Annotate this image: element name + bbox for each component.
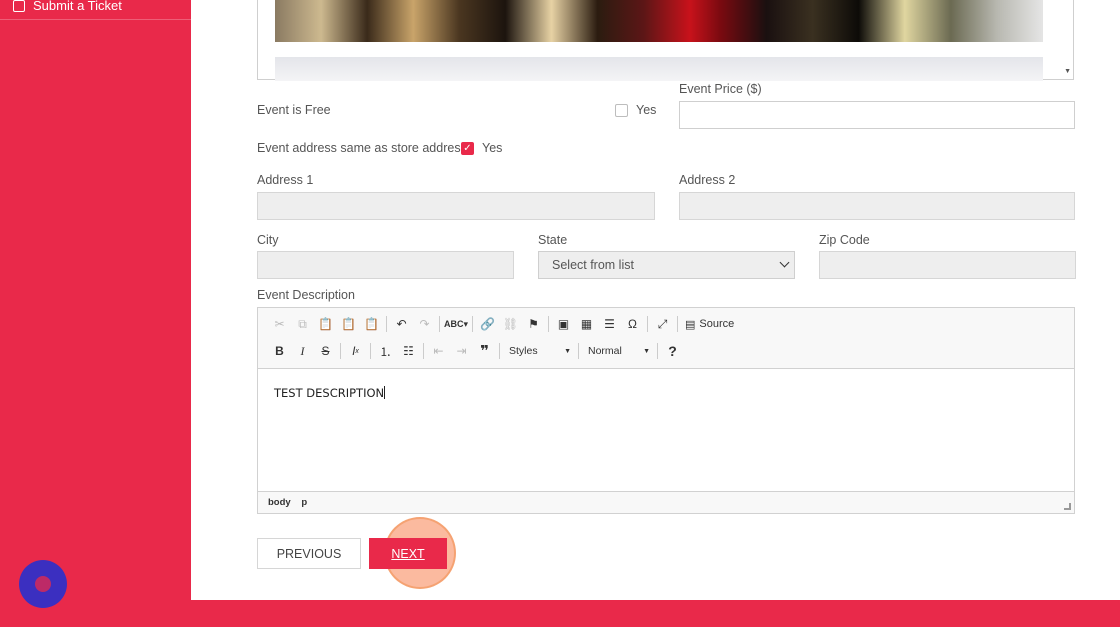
indent-icon[interactable]: ⇥ bbox=[450, 342, 473, 360]
event-price-input[interactable] bbox=[679, 101, 1075, 129]
event-price-label: Event Price ($) bbox=[679, 82, 762, 96]
table-icon[interactable]: ▦ bbox=[575, 315, 598, 333]
toolbar-separator bbox=[472, 316, 473, 332]
styles-label: Styles bbox=[509, 345, 538, 357]
toolbar-separator bbox=[423, 343, 424, 359]
help-icon[interactable]: ? bbox=[661, 342, 684, 360]
state-selected-value: Select from list bbox=[552, 258, 634, 272]
path-body[interactable]: body bbox=[268, 497, 291, 508]
source-icon: ▤ bbox=[685, 318, 696, 331]
format-dropdown[interactable]: Normal ▼ bbox=[582, 345, 654, 357]
spellcheck-icon[interactable]: ABC▾ bbox=[443, 315, 469, 333]
caret-down-icon: ▼ bbox=[643, 347, 650, 355]
same-address-checkbox[interactable]: ✓ bbox=[461, 142, 474, 155]
source-button[interactable]: ▤ Source bbox=[681, 318, 738, 331]
strike-icon[interactable]: S bbox=[314, 342, 337, 360]
redo-icon[interactable]: ↷ bbox=[413, 315, 436, 333]
toolbar-separator bbox=[499, 343, 500, 359]
chat-icon bbox=[35, 576, 51, 592]
zip-input[interactable] bbox=[819, 251, 1076, 279]
styles-dropdown[interactable]: Styles ▼ bbox=[503, 345, 575, 357]
address1-input[interactable] bbox=[257, 192, 655, 220]
previous-button[interactable]: PREVIOUS bbox=[257, 538, 361, 569]
editor-toolbar: ✂ ⧉ 📋 📋 📋 ↶ ↷ ABC▾ 🔗 ⛓ ⚑ ▣ ▦ ☰ Ω ⤢ ▤ Sou… bbox=[258, 308, 1074, 369]
text-cursor bbox=[384, 386, 386, 399]
toolbar-separator bbox=[657, 343, 658, 359]
footer-bar bbox=[0, 600, 1120, 627]
address2-label: Address 2 bbox=[679, 173, 736, 187]
address1-label: Address 1 bbox=[257, 173, 314, 187]
unlink-icon[interactable]: ⛓ bbox=[499, 315, 522, 333]
event-image-preview[interactable]: ▼ bbox=[257, 0, 1074, 81]
toolbar-separator bbox=[578, 343, 579, 359]
caret-down-icon: ▼ bbox=[564, 347, 571, 355]
event-free-label: Event is Free bbox=[257, 103, 331, 117]
event-free-checkbox[interactable] bbox=[615, 104, 628, 117]
format-label: Normal bbox=[588, 345, 622, 357]
paste-icon[interactable]: 📋 bbox=[314, 315, 337, 333]
chevron-down-icon bbox=[779, 257, 790, 268]
paste-text-icon[interactable]: 📋 bbox=[337, 315, 360, 333]
italic-icon[interactable]: I bbox=[291, 342, 314, 360]
event-free-yes-label: Yes bbox=[636, 103, 657, 117]
link-icon[interactable]: 🔗 bbox=[476, 315, 499, 333]
blockquote-icon[interactable]: ❞ bbox=[473, 342, 496, 360]
toolbar-separator bbox=[439, 316, 440, 332]
sidebar-item-label: Submit a Ticket bbox=[33, 0, 122, 13]
same-address-label: Event address same as store address bbox=[257, 141, 467, 155]
editor-status-bar: body p bbox=[258, 491, 1074, 513]
event-image bbox=[275, 0, 1043, 42]
outdent-icon[interactable]: ⇤ bbox=[427, 342, 450, 360]
sidebar-item-submit-ticket[interactable]: Submit a Ticket bbox=[0, 0, 191, 20]
image-placeholder bbox=[275, 57, 1043, 81]
state-label: State bbox=[538, 233, 568, 247]
main-content: ▼ Event is Free Yes Event Price ($) Even… bbox=[191, 0, 1120, 600]
paste-word-icon[interactable]: 📋 bbox=[360, 315, 383, 333]
city-input[interactable] bbox=[257, 251, 514, 279]
same-address-yes-label: Yes bbox=[482, 141, 503, 155]
path-p[interactable]: p bbox=[301, 497, 307, 508]
numbered-list-icon[interactable]: ⒈ bbox=[374, 342, 397, 360]
sidebar: Submit a Ticket bbox=[0, 0, 191, 600]
address2-input[interactable] bbox=[679, 192, 1075, 220]
toolbar-separator bbox=[386, 316, 387, 332]
toolbar-separator bbox=[370, 343, 371, 359]
ticket-icon bbox=[13, 0, 25, 12]
resize-handle-icon[interactable] bbox=[1064, 503, 1071, 510]
source-label: Source bbox=[699, 318, 735, 330]
toolbar-separator bbox=[340, 343, 341, 359]
toolbar-separator bbox=[548, 316, 549, 332]
scroll-down-icon[interactable]: ▼ bbox=[1064, 68, 1071, 75]
image-icon[interactable]: ▣ bbox=[552, 315, 575, 333]
description-label: Event Description bbox=[257, 288, 355, 302]
maximize-icon[interactable]: ⤢ bbox=[651, 315, 674, 333]
remove-format-icon[interactable]: Ix bbox=[344, 342, 367, 360]
bulleted-list-icon[interactable]: ☷ bbox=[397, 342, 420, 360]
next-button[interactable]: NEXT bbox=[369, 538, 447, 569]
horizontal-line-icon[interactable]: ☰ bbox=[598, 315, 621, 333]
chat-widget-button[interactable] bbox=[19, 560, 67, 608]
zip-label: Zip Code bbox=[819, 233, 870, 247]
cut-icon[interactable]: ✂ bbox=[268, 315, 291, 333]
editor-content[interactable]: TEST DESCRIPTION bbox=[274, 386, 386, 400]
bold-icon[interactable]: B bbox=[268, 342, 291, 360]
toolbar-separator bbox=[677, 316, 678, 332]
toolbar-separator bbox=[647, 316, 648, 332]
anchor-flag-icon[interactable]: ⚑ bbox=[522, 315, 545, 333]
rich-text-editor[interactable]: ✂ ⧉ 📋 📋 📋 ↶ ↷ ABC▾ 🔗 ⛓ ⚑ ▣ ▦ ☰ Ω ⤢ ▤ Sou… bbox=[257, 307, 1075, 514]
city-label: City bbox=[257, 233, 279, 247]
copy-icon[interactable]: ⧉ bbox=[291, 315, 314, 333]
state-select[interactable]: Select from list bbox=[538, 251, 795, 279]
special-char-icon[interactable]: Ω bbox=[621, 315, 644, 333]
description-text: TEST DESCRIPTION bbox=[274, 386, 385, 400]
undo-icon[interactable]: ↶ bbox=[390, 315, 413, 333]
